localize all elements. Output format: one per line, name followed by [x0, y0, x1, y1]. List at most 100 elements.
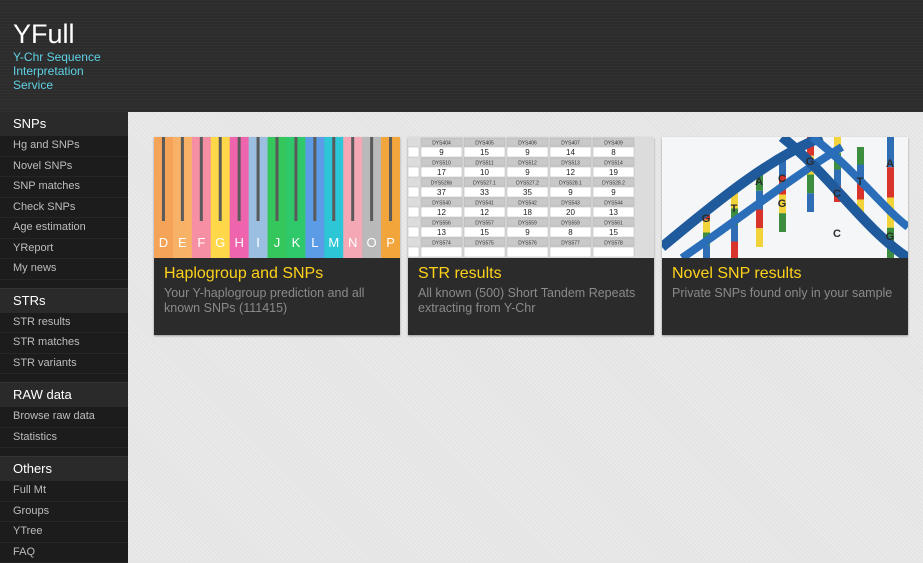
card-description: Private SNPs found only in your sample [672, 286, 898, 301]
str-marker-label: DYS578 [604, 241, 623, 247]
str-value: 35 [523, 188, 532, 197]
key-divider [181, 137, 184, 221]
sidebar-item-my-news[interactable]: My news [0, 259, 128, 280]
sidebar-item-check-snps[interactable]: Check SNPs [0, 198, 128, 219]
str-value-cell [593, 247, 634, 257]
sidebar-item-str-results[interactable]: STR results [0, 313, 128, 334]
str-value: 33 [480, 188, 489, 197]
sidebar-item-browse-raw-data[interactable]: Browse raw data [0, 407, 128, 428]
sidebar-item-str-variants[interactable]: STR variants [0, 354, 128, 375]
section-gap [0, 448, 128, 456]
header: YFull Y-Chr Sequence Interpretation Serv… [0, 0, 923, 112]
str-marker-label: DYS511 [475, 161, 493, 167]
str-value: 12 [480, 208, 489, 217]
str-marker-label: DYS407 [561, 141, 580, 147]
str-marker-label: DYS559 [561, 221, 580, 227]
haplogroup-letter: M [328, 235, 339, 250]
sidebar-item-snp-matches[interactable]: SNP matches [0, 177, 128, 198]
key-divider [238, 137, 241, 221]
str-value: 18 [523, 208, 532, 217]
sidebar-section-others: Others [0, 456, 128, 481]
str-edge-cell [408, 207, 419, 217]
sidebar-item-yreport[interactable]: YReport [0, 239, 128, 260]
section-gap [0, 374, 128, 382]
str-value: 12 [566, 168, 575, 177]
sidebar-section-strs: STRs [0, 288, 128, 313]
haplogroup-card[interactable]: DEFGHIJKLMNOP Haplogroup and SNPs Your Y… [154, 137, 400, 335]
novel-snp-card[interactable]: GTACGCTAGCG Novel SNP results Private SN… [662, 137, 908, 335]
str-value: 9 [525, 148, 530, 157]
str-marker-label: DYS528.2 [602, 181, 625, 187]
str-marker-label: DYS527.1 [473, 181, 496, 187]
sidebar-item-ytree[interactable]: YTree [0, 522, 128, 543]
card-description: All known (500) Short Tandem Repeats ext… [418, 286, 644, 316]
sidebar-item-statistics[interactable]: Statistics [0, 428, 128, 449]
str-value: 17 [437, 168, 446, 177]
str-edge-cell [408, 147, 419, 157]
sidebar-item-hg-and-snps[interactable]: Hg and SNPs [0, 136, 128, 157]
key-divider [389, 137, 392, 221]
haplogroup-letter: E [178, 235, 187, 250]
str-marker-label: DYS513 [561, 161, 580, 167]
str-edge-cell [408, 167, 419, 177]
key-divider [257, 137, 260, 221]
str-value: 13 [609, 208, 618, 217]
card-title[interactable]: Haplogroup and SNPs [164, 265, 323, 283]
str-value: 9 [439, 148, 444, 157]
base-pair-segment [807, 175, 814, 194]
nucleotide-letter: A [886, 158, 894, 170]
str-marker-label: DYS514 [604, 161, 623, 167]
str-value: 15 [480, 228, 489, 237]
str-value: 20 [566, 208, 575, 217]
base-pair-segment [756, 210, 763, 229]
base-pair-segment [731, 242, 738, 259]
sidebar-item-groups[interactable]: Groups [0, 502, 128, 523]
nucleotide-letter: G [702, 213, 711, 225]
nucleotide-letter: T [731, 203, 738, 215]
sidebar-item-str-matches[interactable]: STR matches [0, 333, 128, 354]
haplogroup-letter: P [386, 235, 395, 250]
base-pair-segment [779, 213, 786, 232]
card-title[interactable]: Novel SNP results [672, 265, 802, 283]
card-title[interactable]: STR results [418, 265, 502, 283]
key-divider [370, 137, 373, 221]
base-pair-segment [807, 193, 814, 212]
key-divider [313, 137, 316, 221]
str-marker-label: DYS404 [432, 141, 451, 147]
nucleotide-letter: G [886, 231, 895, 243]
key-divider [332, 137, 335, 221]
str-results-card[interactable]: DYS4049DYS40515DYS4069DYS40714DYS4098DYS… [408, 137, 654, 335]
card-description: Your Y-haplogroup prediction and all kno… [164, 286, 390, 316]
sidebar-item-full-mt[interactable]: Full Mt [0, 481, 128, 502]
str-marker-label: DYS575 [475, 241, 494, 247]
str-marker-label: DYS405 [475, 141, 494, 147]
nucleotide-letter: C [833, 188, 841, 200]
sidebar-item-novel-snps[interactable]: Novel SNPs [0, 157, 128, 178]
str-marker-label: DYS574 [432, 241, 451, 247]
str-edge-cell [408, 227, 419, 237]
str-value: 37 [437, 188, 446, 197]
str-value-cell [507, 247, 548, 257]
site-subtitle: Y-Chr Sequence Interpretation Service [13, 50, 123, 92]
str-marker-label: DYS512 [518, 161, 537, 167]
str-marker-label: DYS540 [432, 201, 451, 207]
str-value: 9 [568, 188, 573, 197]
str-edge-cell [408, 187, 419, 197]
str-marker-label: DYS544 [604, 201, 623, 207]
nucleotide-letter: C [778, 173, 786, 185]
str-value-cell [421, 247, 462, 257]
str-marker-label: DYS577 [561, 241, 580, 247]
str-value: 13 [437, 228, 446, 237]
str-marker-label: DYS576 [518, 241, 537, 247]
key-divider [276, 137, 279, 221]
str-marker-label: DYS409 [604, 141, 623, 147]
str-value: 8 [568, 228, 573, 237]
sidebar-item-age-estimation[interactable]: Age estimation [0, 218, 128, 239]
sidebar-item-faq[interactable]: FAQ [0, 543, 128, 563]
str-value: 15 [480, 148, 489, 157]
base-pair-segment [756, 228, 763, 247]
site-logo-title[interactable]: YFull [13, 18, 75, 50]
str-marker-label: DYS541 [475, 201, 494, 207]
nucleotide-letter: C [833, 228, 841, 240]
str-value: 12 [437, 208, 446, 217]
